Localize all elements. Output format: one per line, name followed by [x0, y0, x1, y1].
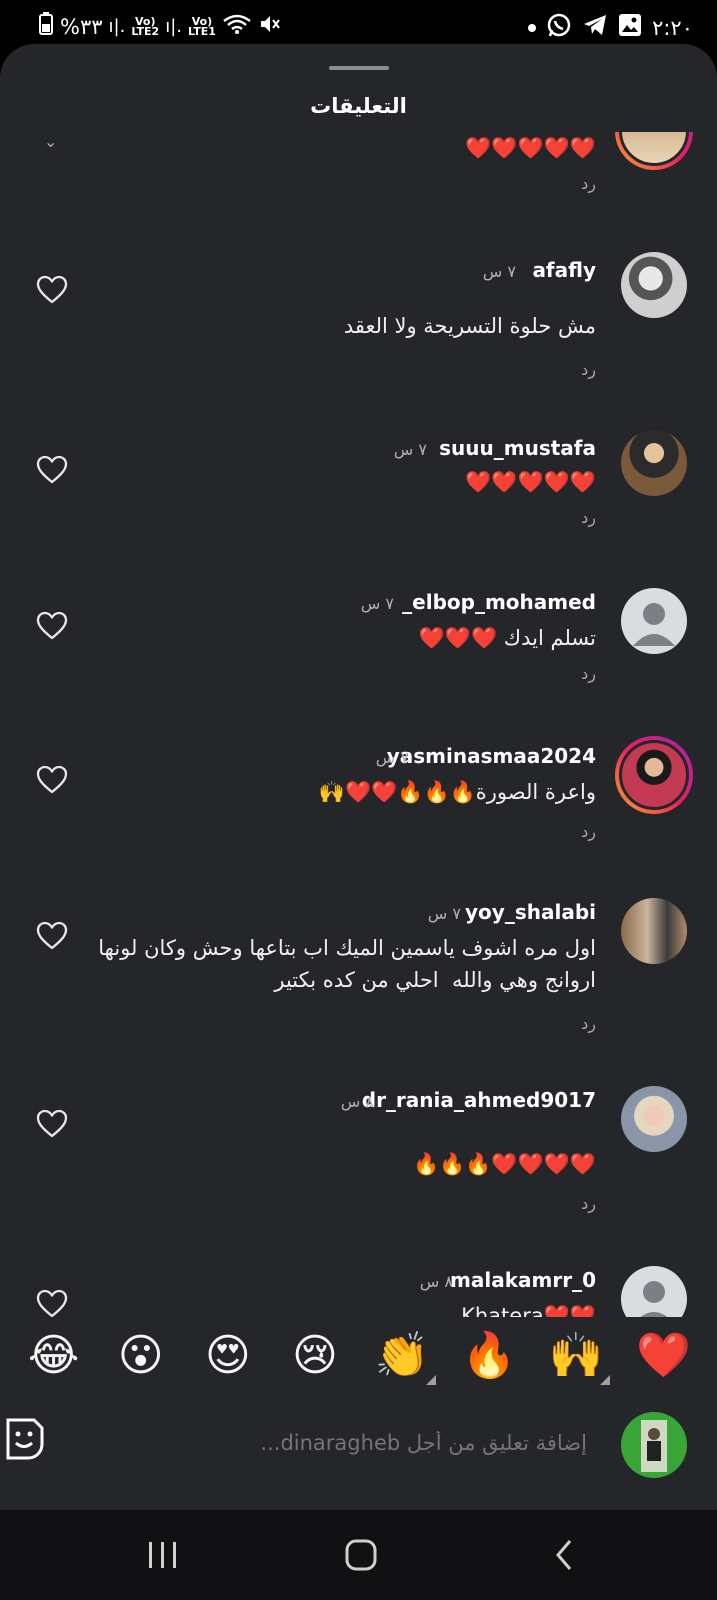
skin-tone-indicator-icon: [600, 1375, 611, 1385]
reply-button[interactable]: رد: [581, 174, 596, 193]
comment-username[interactable]: dr_rania_ahmed9017: [362, 1088, 596, 1112]
sim1-label: Vo) LTE1: [188, 14, 216, 38]
comment-time: ٨ س: [419, 1272, 453, 1291]
sticker-icon[interactable]: [2, 1416, 46, 1460]
comment-username[interactable]: yasminasmaa2024: [387, 744, 596, 768]
gallery-icon: [618, 13, 642, 42]
avatar[interactable]: [621, 252, 687, 318]
comment-text: ❤️❤️❤️❤️❤️: [465, 470, 596, 494]
comments-list[interactable]: ❤️❤️❤️❤️❤️ رد ⌄ afafly ٧ س مش حلوة التسر…: [0, 132, 717, 1332]
like-heart-icon[interactable]: [36, 921, 68, 951]
comment-time: ٧ س: [482, 262, 516, 281]
clap-emoji-button[interactable]: 👏: [372, 1329, 437, 1385]
like-heart-icon[interactable]: [36, 1109, 68, 1139]
battery-icon: [38, 12, 54, 41]
reply-button[interactable]: رد: [581, 508, 596, 527]
chevron-down-icon[interactable]: ⌄: [44, 132, 57, 151]
avatar[interactable]: [615, 132, 693, 170]
back-icon[interactable]: [548, 1538, 588, 1572]
status-right: ٢:٢٠: [528, 12, 693, 43]
heart-eyes-emoji-button[interactable]: 😍: [198, 1330, 258, 1381]
like-heart-icon[interactable]: [36, 455, 68, 485]
comment-username[interactable]: afafly: [532, 258, 596, 282]
notification-dot-icon: [528, 23, 537, 32]
default-avatar-icon: [633, 603, 675, 646]
like-heart-icon[interactable]: [36, 1289, 68, 1319]
comment-time: ٧ س: [375, 748, 409, 767]
mute-icon: [258, 13, 282, 40]
sheet-grabber[interactable]: [329, 66, 389, 70]
signal-icon: ı|.: [108, 16, 126, 37]
comment-username[interactable]: _elbop_mohamed: [402, 590, 596, 614]
comment-text: تسلم ايدك ❤️❤️❤️: [418, 626, 596, 650]
skin-tone-indicator-icon: [426, 1375, 437, 1385]
reply-button[interactable]: رد: [581, 664, 596, 683]
telegram-icon: [582, 13, 608, 42]
comment-username[interactable]: suuu_mustafa: [439, 436, 596, 460]
clap-emoji: 👏: [374, 1330, 430, 1381]
comments-sheet: التعليقات ❤️❤️❤️❤️❤️ رد ⌄ afafly ٧ س مش …: [0, 44, 717, 1510]
current-user-avatar: [621, 1412, 687, 1478]
crying-emoji-button[interactable]: 😢: [285, 1330, 345, 1381]
comment-text: واعرة الصورة🔥🔥🔥❤️❤️🙌: [318, 780, 596, 804]
comment-time: ٨ س: [340, 1092, 374, 1111]
wifi-icon: [222, 13, 252, 40]
avatar[interactable]: [615, 736, 693, 814]
comment-time: ٧ س: [427, 904, 461, 923]
recent-apps-icon[interactable]: [143, 1538, 183, 1572]
clock-time: ٢:٢٠: [652, 15, 693, 40]
reply-button[interactable]: رد: [581, 360, 596, 379]
status-left: %٣٣ ı|. Vo) LTE2 ı|. Vo) LTE1: [38, 12, 282, 41]
reply-button[interactable]: رد: [581, 1194, 596, 1213]
avatar[interactable]: [621, 1086, 687, 1152]
whatsapp-icon: [546, 12, 572, 43]
sheet-title: التعليقات: [310, 94, 407, 118]
fire-emoji-button[interactable]: 🔥: [459, 1329, 519, 1381]
comment-text: ❤️❤️❤️❤️🔥🔥🔥: [412, 1152, 596, 1176]
comment-text: ❤️❤️❤️❤️❤️: [465, 136, 596, 160]
like-heart-icon[interactable]: [36, 275, 68, 305]
comment-time: ٧ س: [393, 440, 427, 459]
battery-percent: %٣٣: [60, 14, 103, 39]
sim2-label: Vo) LTE2: [131, 14, 160, 38]
comment-time: ٧ س: [360, 594, 394, 613]
avatar[interactable]: [621, 588, 687, 654]
comment-username[interactable]: yoy_shalabi: [465, 900, 596, 924]
comment-text: مش حلوة التسريحة ولا العقد: [343, 314, 596, 338]
avatar[interactable]: [621, 898, 687, 964]
reply-button[interactable]: رد: [581, 822, 596, 841]
signal-icon: ı|.: [165, 16, 182, 37]
comment-text: اول مره اشوف ياسمين الميك اب بتاعها وحش …: [91, 936, 596, 992]
like-heart-icon[interactable]: [36, 765, 68, 795]
raised-hands-emoji-button[interactable]: 🙌: [546, 1329, 611, 1385]
heart-emoji-button[interactable]: ❤️: [633, 1329, 693, 1381]
laughing-emoji-button[interactable]: 😂: [24, 1330, 84, 1381]
avatar[interactable]: [621, 430, 687, 496]
system-navigation-bar: [0, 1510, 717, 1600]
raised-hands-emoji: 🙌: [548, 1330, 604, 1381]
reply-button[interactable]: رد: [581, 1014, 596, 1033]
like-heart-icon[interactable]: [36, 611, 68, 641]
comment-composer: [0, 1392, 717, 1510]
comment-input[interactable]: [80, 1422, 589, 1464]
comment-username[interactable]: malakamrr_0: [450, 1268, 596, 1292]
quick-reactions-bar: 😂 😮 😍 😢 👏 🔥 🙌 ❤️: [0, 1317, 717, 1393]
home-icon[interactable]: [342, 1538, 382, 1572]
surprised-emoji-button[interactable]: 😮: [111, 1330, 171, 1381]
